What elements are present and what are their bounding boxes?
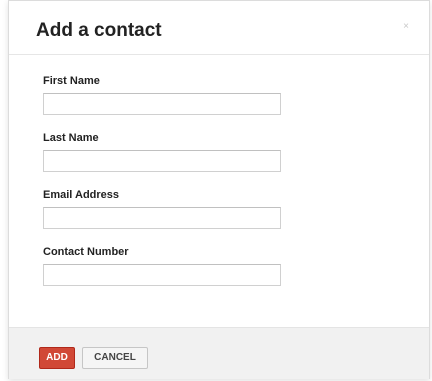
contact-number-input[interactable] [43,264,281,286]
dialog-footer: ADD CANCEL [9,327,429,379]
dialog-header: Add a contact × [9,1,429,55]
cancel-button[interactable]: CANCEL [82,347,148,369]
last-name-input[interactable] [43,150,281,172]
first-name-input[interactable] [43,93,281,115]
contact-form: First Name Last Name Email Address Conta… [9,55,429,327]
last-name-label: Last Name [43,132,99,144]
first-name-label: First Name [43,75,100,87]
close-icon[interactable]: × [403,22,409,32]
add-button[interactable]: ADD [39,347,75,369]
email-address-label: Email Address [43,189,120,201]
add-contact-dialog: Add a contact × First Name Last Name Ema… [8,0,430,379]
email-address-input[interactable] [43,207,281,229]
contact-number-label: Contact Number [43,246,129,258]
dialog-title: Add a contact [36,20,162,41]
